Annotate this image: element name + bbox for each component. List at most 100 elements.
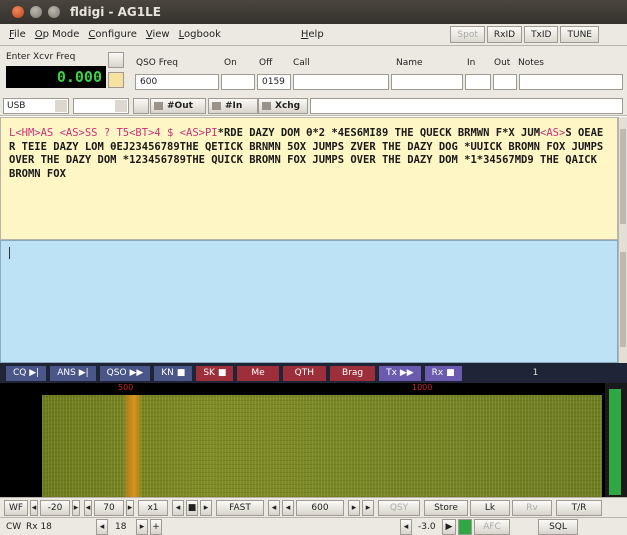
- qsy-button[interactable]: QSY: [378, 500, 420, 516]
- serial-in-button[interactable]: #In: [208, 98, 258, 114]
- waterfall-display[interactable]: [0, 395, 605, 497]
- enter-freq-label: Enter Xcvr Freq: [6, 52, 76, 62]
- freq-up-icon[interactable]: ▸: [348, 500, 360, 516]
- ref-decrement-button[interactable]: ◂: [30, 500, 38, 516]
- call-field[interactable]: [293, 74, 389, 90]
- store-button[interactable]: Store: [424, 500, 468, 516]
- rx-scrollbar[interactable]: [618, 117, 627, 240]
- tr-button[interactable]: T/R: [556, 500, 602, 516]
- bandwidth-select[interactable]: [73, 98, 129, 114]
- exchange-button[interactable]: Xchg: [258, 98, 308, 114]
- tune-button[interactable]: TUNE: [560, 26, 599, 43]
- macro-ans-button[interactable]: ANS ▶|: [50, 365, 96, 381]
- text-cursor: [9, 247, 10, 259]
- call-label: Call: [293, 58, 310, 68]
- notes-label: Notes: [518, 58, 544, 68]
- macro-sk-button[interactable]: SK ■: [196, 365, 234, 381]
- sql-button[interactable]: SQL: [538, 519, 578, 535]
- ref-level-field[interactable]: -20: [40, 500, 70, 516]
- window-title: fldigi - AG1LE: [70, 5, 161, 19]
- ruler-label: 500: [118, 383, 134, 392]
- led-icon: [262, 102, 271, 110]
- transmit-text-pane[interactable]: [0, 240, 618, 363]
- macro-me-button[interactable]: Me: [237, 365, 279, 381]
- macro-qso-button[interactable]: QSO ▶▶: [99, 365, 151, 381]
- rx-control-text: <AS>: [540, 127, 566, 139]
- in-label: In: [467, 58, 476, 68]
- menu-logbook[interactable]: Logbook: [179, 29, 221, 40]
- tx-speed-decrement-icon[interactable]: ◂: [96, 519, 108, 535]
- signal-level-meter: [605, 383, 627, 497]
- macro-brag-button[interactable]: Brag: [330, 365, 376, 381]
- log-row-2: USB #Out #In Xchg: [0, 96, 627, 116]
- signal-level-bar: [609, 389, 621, 495]
- macro-kn-button[interactable]: KN ■: [154, 365, 193, 381]
- tx-speed-status: 18: [115, 522, 127, 532]
- rx-control-text: L<HM>AS <AS>SS ? T5<BT>4 $ <AS>PI: [9, 127, 218, 139]
- rx-text: *RDE DAZY DOM θ*2 *4ES6MI89 THE QUECK BR…: [217, 127, 541, 139]
- center-icon[interactable]: ■: [186, 500, 198, 516]
- led-icon: [212, 102, 221, 110]
- macro-tx-button[interactable]: Tx ▶▶: [379, 365, 421, 381]
- serial-out-button[interactable]: #Out: [150, 98, 206, 114]
- menu-configure[interactable]: Configure: [88, 29, 136, 40]
- play-icon[interactable]: ▶: [442, 519, 456, 535]
- lock-button[interactable]: Lk: [470, 500, 510, 516]
- freq-field[interactable]: 600: [296, 500, 344, 516]
- off-time-field[interactable]: 0159: [257, 74, 291, 90]
- rx-scroll-thumb[interactable]: [620, 129, 626, 224]
- menu-help[interactable]: Help: [301, 29, 324, 40]
- chevron-down-icon: [115, 100, 127, 112]
- macro-qth-button[interactable]: QTH: [282, 365, 326, 381]
- tx-speed-more-icon[interactable]: +: [150, 519, 162, 535]
- zoom-button[interactable]: x1: [138, 500, 168, 516]
- notes-field[interactable]: [519, 74, 623, 90]
- on-time-field[interactable]: [221, 74, 255, 90]
- spot-button[interactable]: Spot: [450, 26, 485, 43]
- range-decrement-button[interactable]: ◂: [84, 500, 92, 516]
- menu-op-mode[interactable]: Op Mode: [35, 29, 80, 40]
- txid-button[interactable]: TxID: [524, 26, 559, 43]
- freq-down-icon[interactable]: ◂: [282, 500, 294, 516]
- exchange-field[interactable]: [310, 98, 623, 114]
- rst-in-field[interactable]: [465, 74, 491, 90]
- maximize-window-icon[interactable]: [48, 6, 60, 18]
- mode-status[interactable]: CW: [6, 519, 21, 535]
- range-field[interactable]: 70: [94, 500, 124, 516]
- reverse-button[interactable]: Rv: [512, 500, 552, 516]
- menu-file[interactable]: File: [9, 29, 26, 40]
- tx-speed-increment-icon[interactable]: ▸: [136, 519, 148, 535]
- tx-scroll-thumb[interactable]: [620, 252, 626, 347]
- s2n-icon: ◂: [400, 519, 412, 535]
- minimize-window-icon[interactable]: [30, 6, 42, 18]
- mode-select[interactable]: USB: [3, 98, 69, 114]
- wf-mode-button[interactable]: WF: [4, 500, 28, 516]
- range-increment-button[interactable]: ▸: [126, 500, 134, 516]
- ref-increment-button[interactable]: ▸: [72, 500, 80, 516]
- freq-fast-up-icon[interactable]: ▸: [362, 500, 374, 516]
- clear-log-icon[interactable]: [133, 98, 149, 114]
- qso-freq-field[interactable]: 600: [135, 74, 219, 90]
- frequency-display[interactable]: 0.000: [6, 66, 106, 88]
- freq-fast-down-icon[interactable]: ◂: [268, 500, 280, 516]
- signal-to-noise: -3.0: [418, 522, 436, 532]
- menu-view[interactable]: View: [146, 29, 170, 40]
- receive-text-pane[interactable]: L<HM>AS <AS>SS ? T5<BT>4 $ <AS>PI*RDE DA…: [0, 117, 618, 240]
- close-window-icon[interactable]: [12, 6, 24, 18]
- led-icon: [154, 102, 163, 110]
- name-field[interactable]: [391, 74, 463, 90]
- rst-out-field[interactable]: [493, 74, 517, 90]
- macro-rx-button[interactable]: Rx ■: [424, 365, 462, 381]
- speed-button[interactable]: FAST: [216, 500, 264, 516]
- macro-page-indicator[interactable]: 1: [525, 365, 546, 381]
- scroll-right-icon[interactable]: ▸: [200, 500, 212, 516]
- afc-button[interactable]: AFC: [474, 519, 510, 535]
- tx-scrollbar[interactable]: [618, 240, 627, 363]
- log-panel: Enter Xcvr Freq 0.000 QSO Freq 600 On Of…: [0, 46, 627, 96]
- rxid-button[interactable]: RxID: [486, 26, 523, 43]
- scroll-left-icon[interactable]: ◂: [172, 500, 184, 516]
- rig-icon[interactable]: [108, 72, 124, 88]
- freq-list-button[interactable]: [108, 52, 124, 68]
- macro-cq-button[interactable]: CQ ▶|: [6, 365, 47, 381]
- title-bar: fldigi - AG1LE: [0, 0, 627, 24]
